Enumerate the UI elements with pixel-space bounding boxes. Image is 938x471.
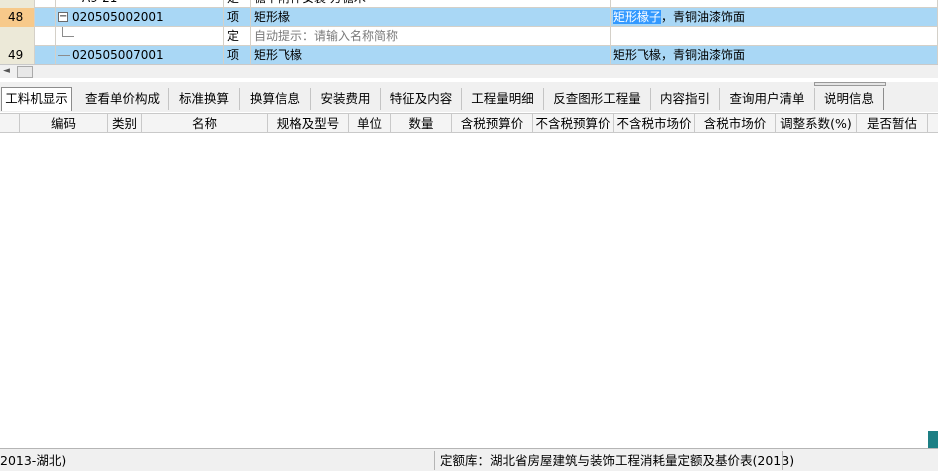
- type-cell[interactable]: 定: [224, 27, 251, 46]
- column-header[interactable]: 名称: [142, 114, 268, 133]
- status-left-text: 2013-湖北): [0, 453, 67, 468]
- feature-rest: ，青铜油漆饰面: [661, 10, 746, 24]
- column-header[interactable]: 含税市场价: [695, 114, 776, 133]
- feature-cell[interactable]: 矩形飞椽，青铜油漆饰面: [611, 46, 938, 64]
- collapse-icon[interactable]: −: [58, 12, 68, 22]
- code-text: 020505002001: [72, 10, 164, 24]
- code-text: 020505007001: [72, 48, 164, 62]
- column-header[interactable]: 是否暂估: [857, 114, 928, 133]
- tab-content-guide[interactable]: 内容指引: [651, 88, 720, 110]
- tab-description[interactable]: 说明信息: [815, 88, 884, 110]
- column-header[interactable]: 不含税预算价: [533, 114, 614, 133]
- status-divider: [434, 451, 435, 470]
- column-header[interactable]: 编码: [20, 114, 108, 133]
- feature-cell[interactable]: 矩形椽子，青铜油漆饰面: [611, 8, 938, 27]
- detail-table-header: 编码 类别 名称 规格及型号 单位 数量 含税预算价 不含税预算价 不含税市场价…: [0, 113, 938, 133]
- tab-features[interactable]: 特征及内容: [381, 88, 462, 110]
- column-header-blank: [0, 114, 20, 133]
- tab-user-list[interactable]: 查询用户清单: [720, 88, 815, 110]
- table-row[interactable]: 48 − 020505002001 项 矩形椽 矩形椽子，青铜油漆饰面: [0, 8, 938, 27]
- row-number: [0, 27, 35, 46]
- status-quota-lib: 定额库：湖北省房屋建筑与装饰工程消耗量定额及基价表(2013): [440, 453, 795, 468]
- column-header[interactable]: 调整系数(%): [776, 114, 857, 133]
- code-cell[interactable]: − 020505002001: [56, 8, 224, 27]
- horizontal-scrollbar[interactable]: ◄: [0, 64, 938, 78]
- name-cell[interactable]: 檐下附件安装 方檐木: [251, 0, 611, 8]
- name-cell[interactable]: 矩形飞椽: [251, 46, 611, 64]
- row-number: 49: [0, 46, 35, 64]
- name-hint-cell[interactable]: 自动提示：请输入名称简称: [251, 27, 611, 46]
- feature-cell[interactable]: [611, 0, 938, 8]
- status-divider: [782, 451, 783, 470]
- status-bar: 2013-湖北) 定额库：湖北省房屋建筑与装饰工程消耗量定额及基价表(2013): [0, 448, 938, 471]
- column-header[interactable]: 规格及型号: [268, 114, 349, 133]
- code-cell[interactable]: 020505007001: [56, 46, 224, 64]
- tree-cell: [35, 0, 56, 8]
- code-cell[interactable]: A9-21: [56, 0, 224, 8]
- column-header[interactable]: 数量: [391, 114, 452, 133]
- name-cell[interactable]: 矩形椽: [251, 8, 611, 27]
- table-row[interactable]: A9-21 定 檐下附件安装 方檐木: [0, 0, 938, 8]
- tab-graphic-quantity[interactable]: 反查图形工程量: [544, 88, 651, 110]
- tab-install-fee[interactable]: 安装费用: [311, 88, 381, 110]
- tab-standard-conversion[interactable]: 标准换算: [169, 88, 240, 110]
- scroll-thumb[interactable]: [17, 66, 33, 78]
- tree-cell: [35, 46, 56, 64]
- type-cell[interactable]: 定: [224, 0, 251, 8]
- type-cell[interactable]: 项: [224, 8, 251, 27]
- tree-connector-icon: [58, 55, 70, 56]
- column-header[interactable]: 含税预算价: [452, 114, 533, 133]
- table-row[interactable]: 49 020505007001 项 矩形飞椽 矩形飞椽，青铜油漆饰面: [0, 46, 938, 64]
- tab-conversion-info[interactable]: 换算信息: [240, 88, 311, 110]
- scroll-left-icon[interactable]: ◄: [3, 66, 10, 76]
- tree-cell: [35, 8, 56, 27]
- tab-material-display[interactable]: 工料机显示: [1, 87, 72, 111]
- detail-table-body[interactable]: [0, 133, 938, 446]
- column-header[interactable]: 单位: [349, 114, 391, 133]
- table-row[interactable]: 定 自动提示：请输入名称简称: [0, 27, 938, 46]
- tree-cell: [35, 27, 56, 46]
- code-cell[interactable]: [56, 27, 224, 46]
- splitter-handle[interactable]: [814, 82, 886, 86]
- tree-connector-icon: [62, 27, 74, 37]
- column-header[interactable]: 不含税市场价: [614, 114, 695, 133]
- type-cell[interactable]: 项: [224, 46, 251, 64]
- feature-highlight: 矩形椽子: [613, 10, 662, 24]
- row-number: 48: [0, 8, 35, 27]
- column-header[interactable]: 类别: [108, 114, 142, 133]
- boq-grid: A9-21 定 檐下附件安装 方檐木 48 − 020505002001 项 矩…: [0, 0, 938, 64]
- row-number: [0, 0, 35, 8]
- tab-quantity-detail[interactable]: 工程量明细: [462, 88, 544, 110]
- feature-cell[interactable]: [611, 27, 938, 46]
- tab-unit-price[interactable]: 查看单价构成: [77, 88, 169, 110]
